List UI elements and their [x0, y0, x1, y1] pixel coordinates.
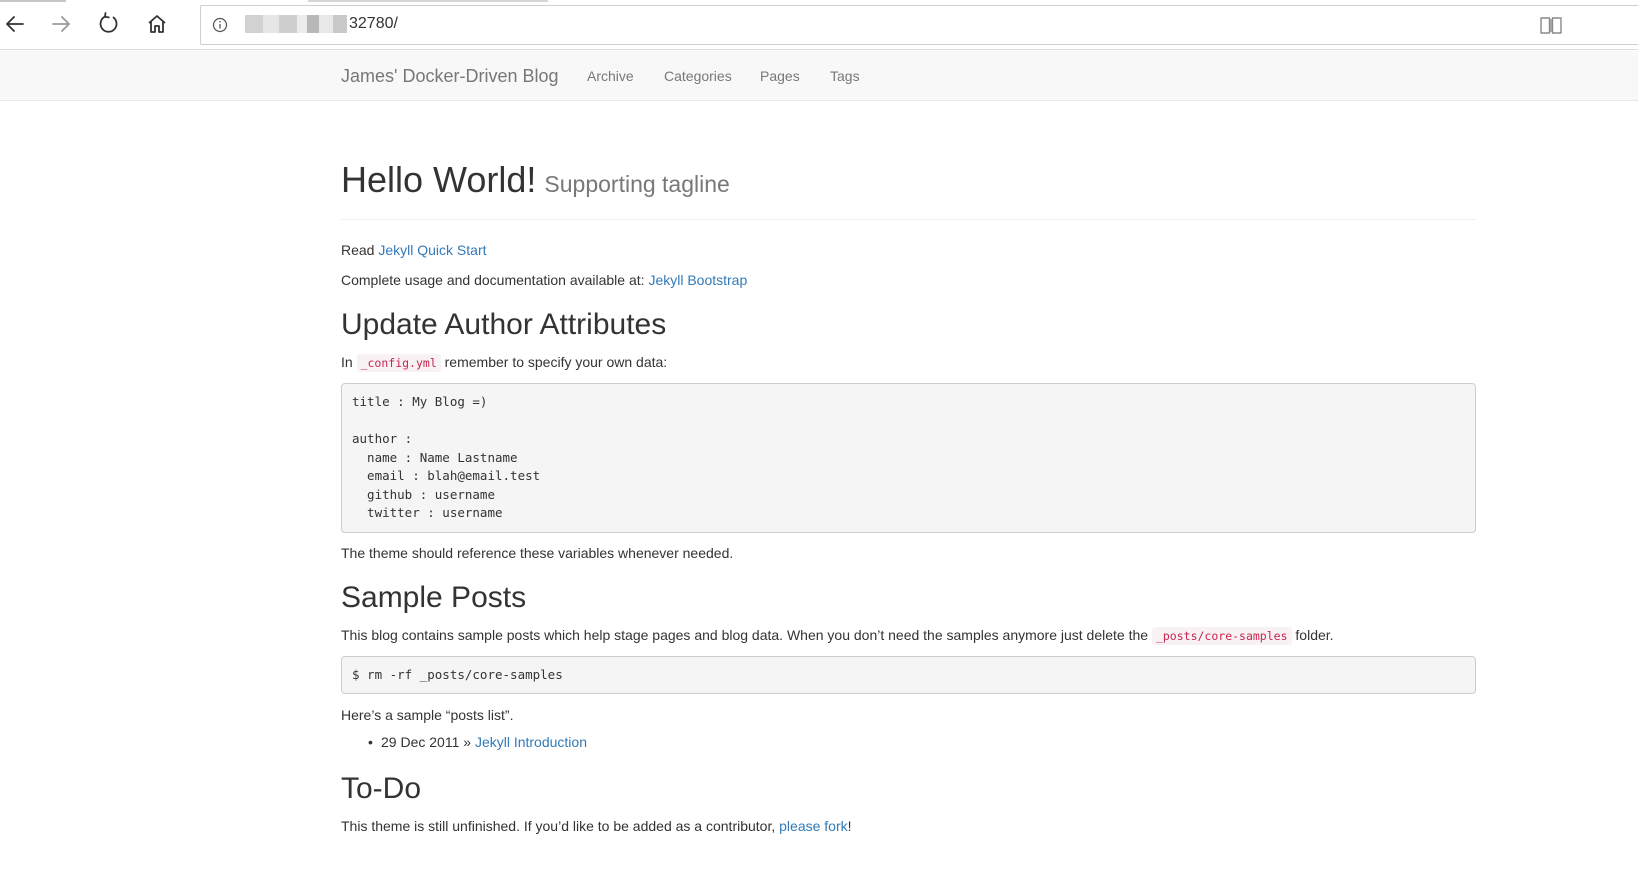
todo-text-after: ! [847, 818, 852, 834]
author-text-before: In [341, 354, 353, 370]
page-title: Hello World! [341, 159, 537, 200]
reading-view-icon[interactable] [1538, 12, 1564, 38]
author-section-note: The theme should reference these variabl… [341, 545, 734, 561]
nav-link-categories[interactable]: Categories [664, 68, 732, 84]
list-bullet: • [368, 734, 373, 750]
post-separator: » [463, 734, 472, 750]
command-code-block: $ rm -rf _posts/core-samples [341, 656, 1476, 694]
nav-link-pages[interactable]: Pages [760, 68, 800, 84]
page-tagline: Supporting tagline [544, 171, 730, 197]
todo-section-text: This theme is still unfinished. If you’d… [341, 818, 852, 834]
config-file-code: _config.yml [356, 354, 441, 372]
back-arrow-icon [6, 16, 24, 32]
address-url[interactable]: 32780/ [349, 15, 398, 33]
tab-strip-edge [0, 0, 66, 2]
home-icon [148, 15, 166, 33]
page-header: Hello World! Supporting tagline [341, 159, 1476, 201]
brand-link[interactable]: James' Docker-Driven Blog [341, 66, 559, 87]
site-navbar: James' Docker-Driven Blog Archive Catego… [0, 51, 1638, 101]
please-fork-link[interactable]: please fork [779, 818, 847, 834]
nav-link-tags[interactable]: Tags [830, 68, 860, 84]
redacted-host [245, 15, 347, 33]
post-date: 29 Dec 2011 [381, 734, 460, 750]
docs-prefix: Complete usage and documentation availab… [341, 272, 645, 288]
tab-strip-edge [308, 0, 548, 2]
read-prefix: Read [341, 242, 375, 258]
samples-text-before: This blog contains sample posts which he… [341, 627, 1149, 643]
intro-read-line: Read Jekyll Quick Start [341, 242, 487, 258]
browser-toolbar: 32780/ [0, 0, 1638, 50]
posts-list-intro: Here’s a sample “posts list”. [341, 707, 514, 723]
home-button[interactable] [141, 8, 173, 40]
refresh-icon [99, 12, 118, 33]
author-section-text: In _config.yml remember to specify your … [341, 354, 668, 372]
config-code-block: title : My Blog =) author : name : Name … [341, 383, 1476, 533]
author-section-heading: Update Author Attributes [341, 308, 667, 341]
refresh-button[interactable] [93, 8, 125, 40]
todo-text-before: This theme is still unfinished. If you’d… [341, 818, 776, 834]
nav-link-archive[interactable]: Archive [587, 68, 634, 84]
forward-button[interactable] [45, 8, 77, 40]
todo-section-heading: To-Do [341, 772, 422, 805]
jekyll-quick-start-link[interactable]: Jekyll Quick Start [378, 242, 486, 258]
posts-folder-code: _posts/core-samples [1151, 627, 1292, 645]
post-link[interactable]: Jekyll Introduction [475, 734, 587, 750]
samples-section-text: This blog contains sample posts which he… [341, 627, 1334, 645]
list-item: 29 Dec 2011 » Jekyll Introduction [381, 734, 587, 750]
intro-docs-line: Complete usage and documentation availab… [341, 272, 747, 288]
forward-arrow-icon [52, 16, 70, 32]
jekyll-bootstrap-link[interactable]: Jekyll Bootstrap [648, 272, 747, 288]
header-divider [341, 219, 1476, 220]
info-icon[interactable] [211, 16, 229, 34]
address-bar[interactable]: 32780/ [200, 5, 1638, 45]
author-text-after: remember to specify your own data: [444, 354, 668, 370]
samples-text-after: folder. [1295, 627, 1334, 643]
back-button[interactable] [0, 8, 32, 40]
samples-section-heading: Sample Posts [341, 581, 527, 614]
